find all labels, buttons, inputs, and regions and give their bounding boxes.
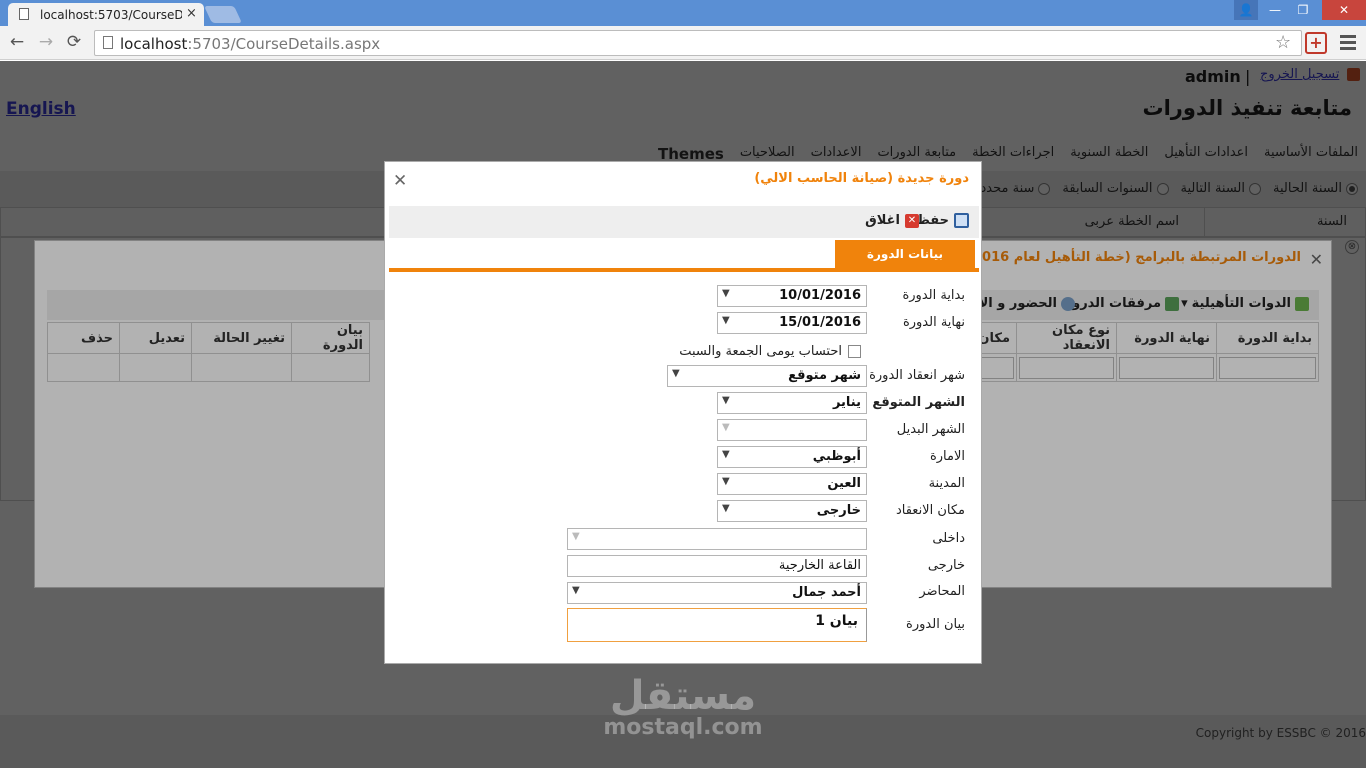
minimize-button[interactable]: — [1262, 0, 1288, 20]
field-label: الامارة [929, 449, 965, 464]
chevron-down-icon: ▼ [722, 315, 730, 326]
tab-strip: بيانات الدورة [389, 240, 979, 272]
close-button[interactable]: ✕ اغلاق [865, 213, 919, 228]
field-label: بداية الدورة [902, 288, 965, 303]
save-button[interactable]: حفظ [916, 213, 969, 228]
browser-titlebar: localhost:5703/CourseDet × 👤 — ❐ ✕ [0, 0, 1366, 26]
emirate-select[interactable]: أبوظبي ▼ [717, 446, 867, 468]
browser-menu-icon[interactable] [1340, 35, 1356, 53]
chevron-down-icon: ▼ [722, 449, 730, 460]
chevron-down-icon: ▼ [722, 503, 730, 514]
dialog-toolbar: حفظ ✕ اغلاق [389, 206, 979, 238]
chevron-down-icon: ▼ [672, 368, 680, 379]
venue-select[interactable]: خارجى ▼ [717, 500, 867, 522]
tab-title: localhost:5703/CourseDet [40, 8, 182, 22]
back-icon[interactable]: ← [7, 32, 27, 52]
field-label: الشهر المتوقع [872, 395, 965, 410]
field-label: المدينة [928, 476, 965, 491]
user-icon[interactable]: 👤 [1234, 0, 1258, 20]
field-label: داخلى [932, 531, 965, 546]
tab-course-data[interactable]: بيانات الدورة [835, 240, 975, 268]
close-icon: ✕ [905, 213, 919, 228]
internal-venue-select[interactable]: ▼ [567, 528, 867, 550]
dialog-title: دورة جديدة (صيانة الحاسب الالي) [754, 171, 969, 186]
tab-close-icon[interactable]: × [186, 6, 197, 21]
page-icon [103, 36, 113, 49]
field-label: المحاضر [919, 584, 965, 599]
chevron-down-icon: ▼ [722, 476, 730, 487]
field-label: نهاية الدورة [902, 315, 965, 330]
page-icon [19, 8, 29, 20]
chevron-down-icon: ▼ [722, 288, 730, 299]
new-tab-button[interactable] [204, 6, 242, 23]
address-bar[interactable]: localhost:5703/CourseDetails.aspx ☆ [94, 30, 1302, 56]
field-label: مكان الانعقاد [895, 503, 965, 518]
forward-icon[interactable]: → [36, 32, 56, 52]
bookmark-star-icon[interactable]: ☆ [1275, 32, 1291, 53]
browser-toolbar: ← → ⟳ localhost:5703/CourseDetails.aspx … [0, 26, 1366, 60]
weekend-checkbox[interactable]: احتساب يومى الجمعة والسبت [679, 344, 861, 359]
alternate-month-select[interactable]: ▼ [717, 419, 867, 441]
expected-month-select[interactable]: يناير ▼ [717, 392, 867, 414]
external-venue-input[interactable]: القاعة الخارجية [567, 555, 867, 577]
window-close-button[interactable]: ✕ [1322, 0, 1366, 20]
chevron-down-icon: ▼ [722, 395, 730, 406]
chevron-down-icon: ▼ [722, 422, 730, 433]
watermark: مستقل mostaql.com [603, 673, 763, 740]
field-label: بيان الدورة [906, 617, 965, 632]
field-label: خارجى [927, 558, 965, 573]
course-description-textarea[interactable]: بيان 1 [567, 608, 867, 642]
reload-icon[interactable]: ⟳ [64, 32, 84, 52]
extension-icon[interactable]: + [1305, 32, 1327, 54]
checkbox-icon [848, 345, 861, 358]
browser-tab[interactable]: localhost:5703/CourseDet × [8, 3, 204, 26]
save-icon [954, 213, 969, 228]
start-date-field[interactable]: 10/01/2016 ▼ [717, 285, 867, 307]
maximize-button[interactable]: ❐ [1290, 0, 1316, 20]
chevron-down-icon: ▼ [572, 531, 580, 542]
field-label: الشهر البديل [896, 422, 965, 437]
url-text: localhost:5703/CourseDetails.aspx [120, 35, 381, 53]
lecturer-select[interactable]: أحمد جمال ▼ [567, 582, 867, 604]
chevron-down-icon: ▼ [572, 585, 580, 596]
new-course-dialog: دورة جديدة (صيانة الحاسب الالي) ✕ حفظ ✕ ا… [384, 161, 982, 664]
course-month-select[interactable]: شهر متوقع ▼ [667, 365, 867, 387]
city-select[interactable]: العين ▼ [717, 473, 867, 495]
close-icon[interactable]: ✕ [393, 171, 407, 191]
field-label: شهر انعقاد الدورة [869, 368, 965, 383]
end-date-field[interactable]: 15/01/2016 ▼ [717, 312, 867, 334]
